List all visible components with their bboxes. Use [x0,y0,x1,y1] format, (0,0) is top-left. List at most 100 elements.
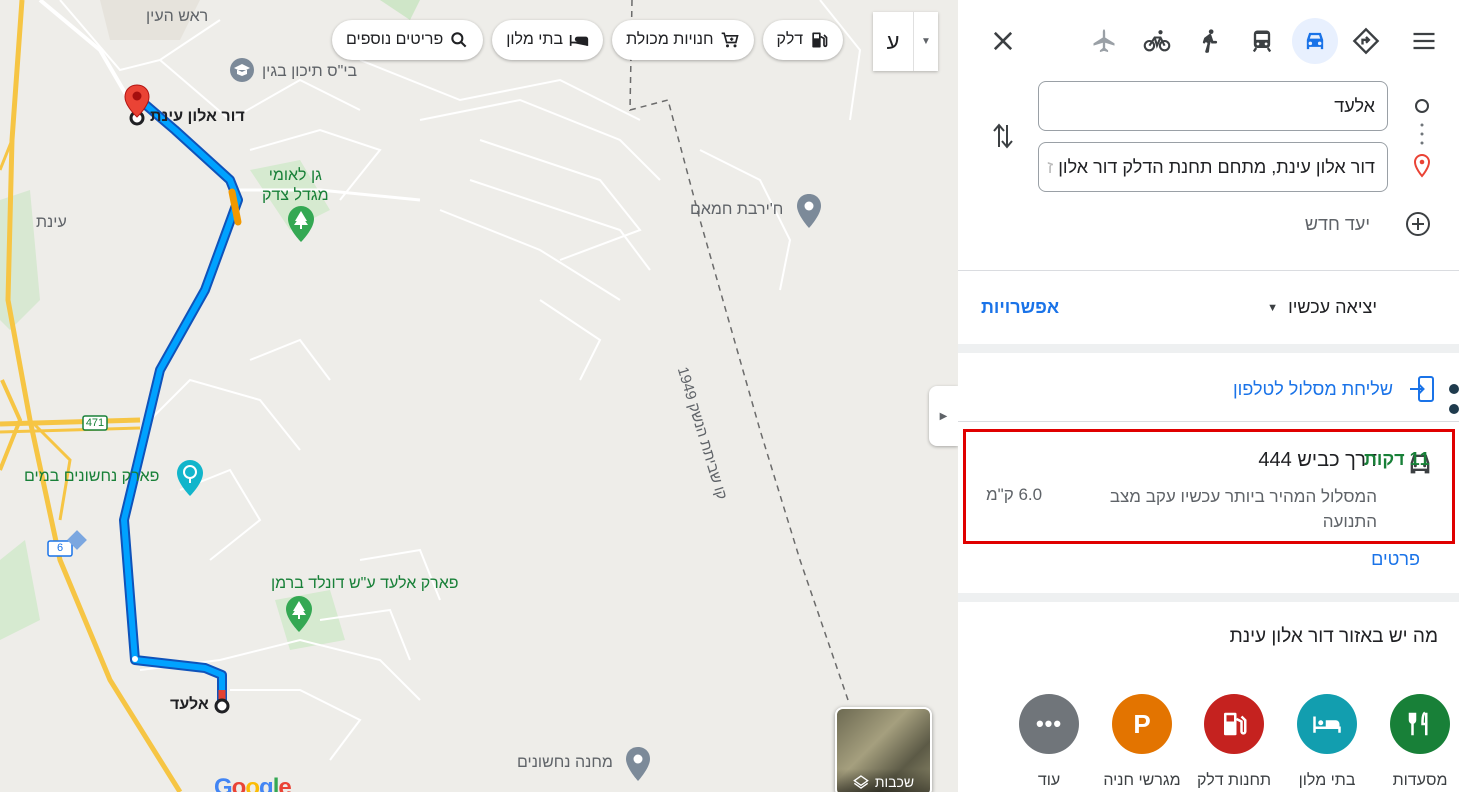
divider [958,421,1459,422]
nearby-section-title: מה יש באזור דור אלון עינת [1229,626,1438,647]
chip-groceries[interactable]: חנויות מכולת [612,20,754,60]
chip-more-places[interactable]: פריטים נוספים [332,20,484,60]
layers-button[interactable]: שכבות [835,707,932,792]
bed-icon [569,35,589,46]
category-label: תחנות דלק [1196,772,1272,789]
more-categories-chip[interactable]: ע ▼ [873,12,938,71]
destination-overflow: ז [1047,156,1054,177]
historic-pin-icon[interactable] [796,193,822,229]
mode-flight[interactable] [1081,18,1127,64]
destination-input[interactable]: דור אלון עינת, מתחם תחנת הדלק דור אלון ז [1038,142,1388,192]
road-6-label: 6 [56,542,64,554]
label-elad[interactable]: אלעד [170,696,209,714]
route-details-link[interactable]: פרטים [1371,549,1420,570]
chevron-left-icon: ▶ [939,410,948,422]
add-destination-label: יעד חדש [1304,213,1370,234]
collapse-panel-button[interactable]: ▶ [929,386,958,446]
swap-icon[interactable] [991,121,1015,151]
destination-value: דור אלון עינת, מתחם תחנת הדלק דור אלון [1058,156,1375,177]
chip-hotels[interactable]: בתי מלון [492,20,604,60]
label-dor-alon[interactable]: דור אלון עינת [150,108,245,126]
route-distance: 6.0 ק"מ [986,485,1043,504]
map-canvas[interactable]: 471 6 ראש העין בי"ס תיכון בגין דור אלון … [0,0,958,792]
caret-down-icon: ▼ [1267,301,1279,314]
send-to-phone-button[interactable]: שליחת מסלול לטלפון [1233,374,1437,404]
add-circle-icon [1406,212,1430,236]
category-hotels[interactable]: בתי מלון [1281,694,1373,790]
route-name: דרך כביש 444 [1258,449,1377,471]
fuel-icon [812,32,828,48]
chip-hotels-label: בתי מלון [506,31,564,48]
destination-pin-icon[interactable] [124,84,150,118]
layers-label: שכבות [874,774,915,790]
depart-time-label: יציאה עכשיו [1288,297,1377,317]
origin-input[interactable]: אלעד [1038,81,1388,131]
depart-time-dropdown[interactable]: יציאה עכשיו ▼ [1267,297,1377,318]
mode-cycling[interactable] [1134,18,1180,64]
elad-park-pin-icon[interactable] [285,595,313,633]
send-to-phone-icon [1410,376,1434,402]
road-471-label: 471 [85,417,105,429]
divider [958,270,1459,271]
map-base-layer [0,0,862,792]
label-camp[interactable]: מחנה נחשונים [517,754,613,772]
walking-icon [1202,29,1218,53]
label-national-park[interactable]: גן לאומי מגדל צדק [262,166,329,206]
directions-panel: אלעד דור אלון עינת, מתחם תחנת הדלק דור א… [958,0,1459,792]
mode-walking[interactable] [1187,18,1233,64]
origin-value: אלעד [1334,95,1375,116]
section-divider [958,593,1459,602]
parking-icon: P [1133,708,1151,739]
directions-diamond-icon [1352,27,1380,55]
chip-groceries-label: חנויות מכולת [626,31,714,48]
fuel-icon [1224,712,1247,736]
label-school: בי"ס תיכון בגין [262,63,358,80]
route-inputs: אלעד דור אלון עינת, מתחם תחנת הדלק דור א… [1038,81,1388,203]
label-khirbet[interactable]: ח'ירבת חמאם [690,201,783,219]
camp-pin-icon[interactable] [625,746,651,782]
train-icon [1252,30,1272,53]
restaurant-icon [1408,711,1428,736]
menu-icon [1413,32,1435,50]
add-destination-button[interactable]: יעד חדש [1305,210,1432,238]
mode-driving[interactable] [1292,18,1338,64]
cart-icon [721,32,739,48]
label-rosh-haayin: ראש העין [146,8,209,25]
chevron-down-icon[interactable]: ▼ [914,36,938,47]
google-logo: Google [214,774,292,792]
park-pin-icon[interactable] [287,205,315,243]
bicycle-icon [1143,30,1171,52]
label-elad-park[interactable]: פארק אלעד ע"ש דונלד ברמן [271,575,459,593]
category-label: מגרשי חניה [1103,772,1181,789]
category-more[interactable]: ••• עוד [1003,694,1095,790]
section-divider [958,344,1459,353]
label-einat: עינת [36,214,67,231]
school-icon[interactable] [229,57,255,83]
airplane-icon [1093,29,1115,53]
bed-icon [1313,716,1341,733]
category-parking[interactable]: P מגרשי חניה [1096,694,1188,790]
search-icon [451,32,467,48]
edge-overflow-indicator [1449,384,1459,424]
mode-best-route[interactable] [1343,18,1389,64]
close-directions-button[interactable] [980,18,1026,64]
category-label: בתי מלון [1298,772,1356,789]
mode-transit[interactable] [1239,18,1285,64]
send-to-phone-label: שליחת מסלול לטלפון [1233,378,1393,399]
category-gas-stations[interactable]: תחנות דלק [1188,694,1280,790]
chip-more-places-label: פריטים נוספים [346,31,444,48]
route-duration: 11 דקות [1364,449,1430,469]
category-label: מסעדות [1392,772,1448,789]
route-option-card[interactable]: דרך כביש 444 המסלול המהיר ביותר עכשיו עק… [963,429,1455,544]
chip-fuel-label: דלק [776,31,804,48]
label-nachshonim-park[interactable]: פארק נחשונים במים [24,468,159,486]
more-dots-icon: ••• [1035,711,1063,736]
travel-mode-bar [958,18,1459,64]
options-button[interactable]: אפשרויות [981,297,1059,318]
menu-button[interactable] [1401,18,1447,64]
category-restaurants[interactable]: מסעדות [1374,694,1459,790]
category-label: עוד [1037,772,1061,789]
chip-fuel[interactable]: דלק [762,20,844,60]
route-waypoint-indicator [1413,99,1431,178]
water-park-pin-icon[interactable] [176,459,204,497]
